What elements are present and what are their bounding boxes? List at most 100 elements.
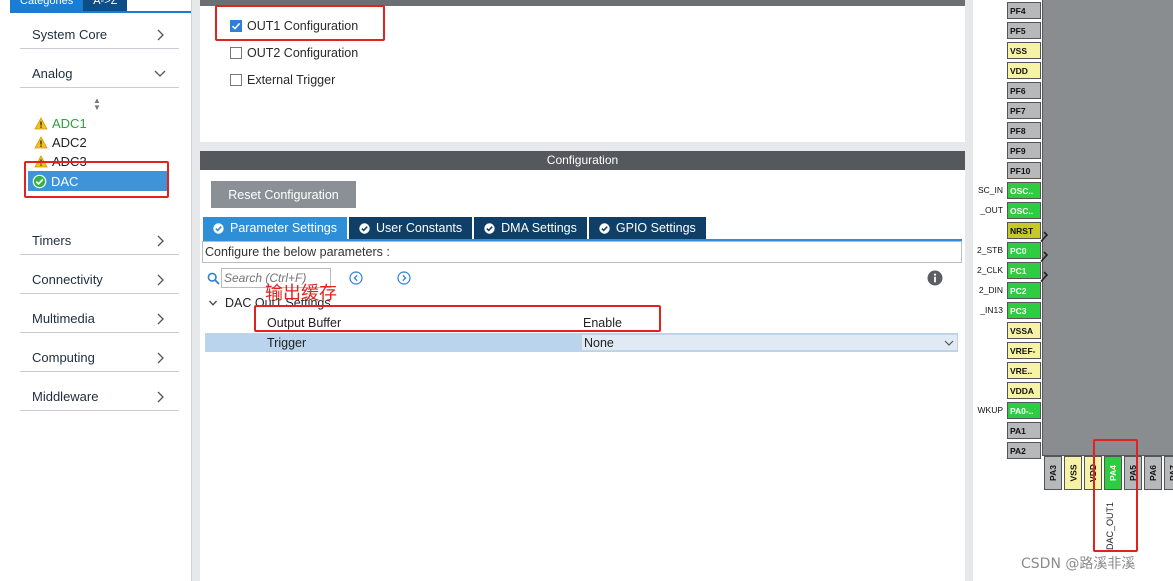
chevron-right-icon <box>153 390 167 404</box>
pin-pc0[interactable]: PC0 <box>1007 242 1041 259</box>
pin-nrst[interactable]: NRST <box>1007 222 1041 239</box>
check-circle-icon <box>599 222 610 234</box>
periph-adc1[interactable]: ADC1 <box>34 114 87 133</box>
pin-pf6[interactable]: PF6 <box>1007 82 1041 99</box>
chevron-right-icon <box>153 273 167 287</box>
checkbox-out2-configuration[interactable]: OUT2 Configuration <box>230 44 358 62</box>
reset-configuration-button[interactable]: Reset Configuration <box>211 181 356 208</box>
pin-vre[interactable]: VRE.. <box>1007 362 1041 379</box>
pin-pf9[interactable]: PF9 <box>1007 142 1041 159</box>
category-label: Timers <box>32 233 72 248</box>
trigger-select[interactable]: None <box>581 334 958 351</box>
pin-vdda[interactable]: VDDA <box>1007 382 1041 399</box>
category-label: Analog <box>32 66 73 81</box>
category-middleware[interactable]: Middleware <box>20 383 179 411</box>
pin-signal-label: SC_IN <box>977 185 1003 195</box>
watermark: CSDN @路溪非溪 <box>1021 556 1136 572</box>
chevron-down-icon[interactable] <box>943 337 955 349</box>
tab-label: DMA Settings <box>501 221 577 235</box>
tab-parameter-settings[interactable]: Parameter Settings <box>203 217 347 239</box>
param-row-trigger[interactable]: Trigger None <box>205 333 958 352</box>
category-label: Multimedia <box>32 311 95 326</box>
pin-pa3[interactable]: PA3 <box>1044 456 1062 490</box>
pin-vss[interactable]: VSS <box>1064 456 1082 490</box>
tab-label: Parameter Settings <box>230 221 337 235</box>
periph-label: ADC2 <box>52 135 87 150</box>
pin-osc[interactable]: OSC.. <box>1007 182 1041 199</box>
pin-vdd[interactable]: VDD <box>1007 62 1041 79</box>
checkbox-external-trigger[interactable]: External Trigger <box>230 71 335 89</box>
chevron-right-icon <box>153 28 167 42</box>
checkbox-icon[interactable] <box>230 47 242 59</box>
panel-splitter[interactable] <box>965 0 973 581</box>
pin-pc1[interactable]: PC1 <box>1007 262 1041 279</box>
tab-dma-settings[interactable]: DMA Settings <box>474 217 587 239</box>
tab-gpio-settings[interactable]: GPIO Settings <box>588 217 706 239</box>
tab-label: User Constants <box>376 221 463 235</box>
chevron-right-icon <box>153 351 167 365</box>
check-circle-icon <box>213 222 224 234</box>
select-value: None <box>584 336 614 350</box>
category-sidebar: Categories A->Z System Core Analog ▲ ▼ AD… <box>0 0 192 581</box>
tab-label: GPIO Settings <box>615 221 696 235</box>
category-computing[interactable]: Computing <box>20 344 179 372</box>
pin-signal-label: _OUT <box>980 205 1003 215</box>
category-tabs: Categories A->Z <box>10 0 128 11</box>
pin-osc[interactable]: OSC.. <box>1007 202 1041 219</box>
category-connectivity[interactable]: Connectivity <box>20 266 179 294</box>
pinout-view: PF4 PF5 VSS VDD PF6 PF7 PF8 PF9 PF10 OSC.. SC_IN OS… <box>973 0 1173 581</box>
chevron-down-icon <box>209 300 217 306</box>
previous-match-icon[interactable] <box>349 271 363 285</box>
category-tabs-underline <box>10 11 191 13</box>
search-icon <box>207 272 220 285</box>
pin-vssa[interactable]: VSSA <box>1007 322 1041 339</box>
panel-splitter-horizontal[interactable] <box>200 142 965 151</box>
pin-signal-label: 2_STB <box>977 245 1003 255</box>
periph-adc2[interactable]: ADC2 <box>34 133 87 152</box>
pin-pf5[interactable]: PF5 <box>1007 22 1041 39</box>
category-multimedia[interactable]: Multimedia <box>20 305 179 333</box>
pin-pa0[interactable]: PA0-.. <box>1007 402 1041 419</box>
warning-icon <box>34 136 48 149</box>
configuration-panel: Configuration Reset Configuration Parame… <box>200 151 965 581</box>
chevron-right-icon <box>153 234 167 248</box>
checkbox-icon[interactable] <box>230 74 242 86</box>
pin-signal-label: WKUP <box>977 405 1004 415</box>
tab-categories[interactable]: Categories <box>10 0 84 11</box>
pin-pa6[interactable]: PA6 <box>1144 456 1162 490</box>
pin-pa7[interactable]: PA7 <box>1164 456 1173 490</box>
pin-pc3[interactable]: PC3 <box>1007 302 1041 319</box>
mode-option-label: External Trigger <box>247 73 336 87</box>
check-circle-icon <box>359 222 370 234</box>
pin-pc2[interactable]: PC2 <box>1007 282 1041 299</box>
category-analog[interactable]: Analog <box>20 60 179 88</box>
highlight-pa4 <box>1093 439 1138 552</box>
pin-pa2[interactable]: PA2 <box>1007 442 1041 459</box>
pin-signal-label: 2_DIN <box>978 285 1003 295</box>
highlight-dac <box>24 161 169 198</box>
annotation-note: 输出缓存 <box>265 283 337 304</box>
tab-user-constants[interactable]: User Constants <box>349 217 473 239</box>
pin-pa1[interactable]: PA1 <box>1007 422 1041 439</box>
pin-vss[interactable]: VSS <box>1007 42 1041 59</box>
chevron-right-icon <box>153 312 167 326</box>
pin-pf8[interactable]: PF8 <box>1007 122 1041 139</box>
panel-splitter[interactable] <box>192 0 200 581</box>
sort-arrows-icon[interactable]: ▲ ▼ <box>93 97 101 112</box>
configuration-header: Configuration <box>200 151 965 170</box>
tab-a-to-z[interactable]: A->Z <box>83 0 128 11</box>
pin-pf10[interactable]: PF10 <box>1007 162 1041 179</box>
stm32cubemx-window: Categories A->Z System Core Analog ▲ ▼ AD… <box>0 0 1173 581</box>
pin-vref[interactable]: VREF- <box>1007 342 1041 359</box>
category-timers[interactable]: Timers <box>20 227 179 255</box>
pin-pf4[interactable]: PF4 <box>1007 2 1041 19</box>
next-match-icon[interactable] <box>397 271 411 285</box>
highlight-output-buffer <box>254 305 661 332</box>
category-system-core[interactable]: System Core <box>20 21 179 49</box>
mcu-chip-body <box>1042 0 1173 456</box>
category-label: Middleware <box>32 389 99 404</box>
highlight-out1-config <box>215 5 385 41</box>
periph-label: ADC1 <box>52 116 87 131</box>
pin-pf7[interactable]: PF7 <box>1007 102 1041 119</box>
info-icon[interactable] <box>927 270 943 286</box>
